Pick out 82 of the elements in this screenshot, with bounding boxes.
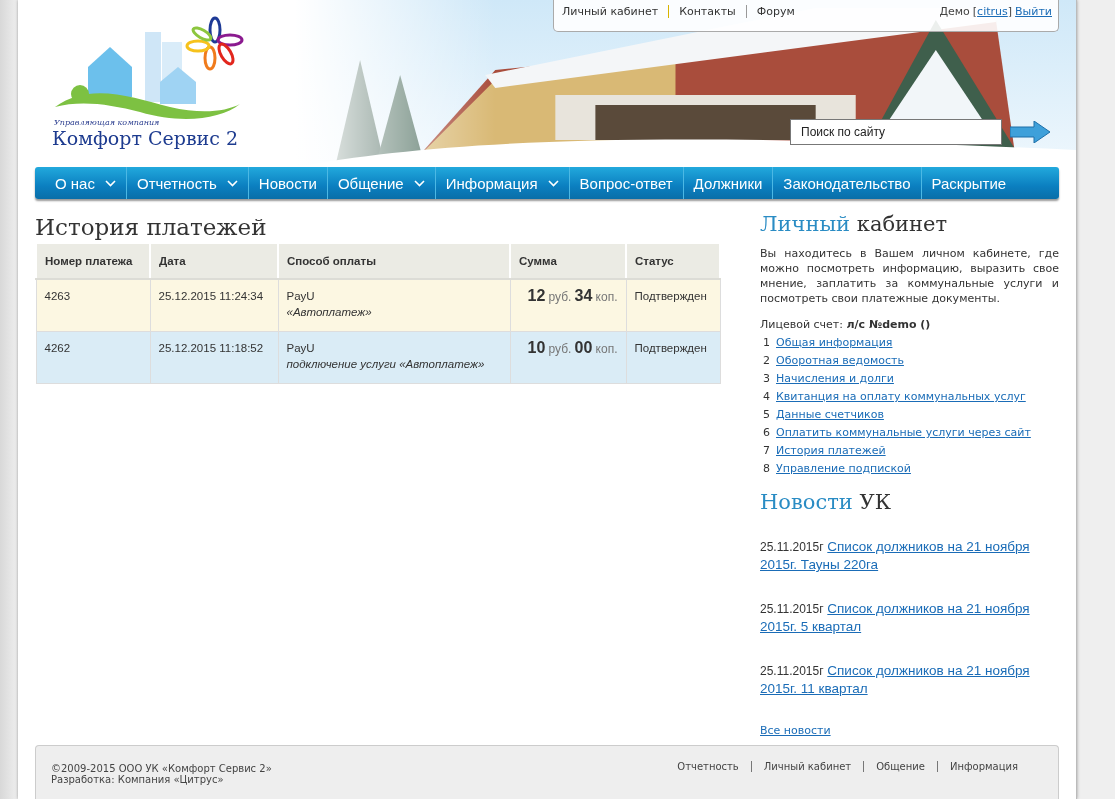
news-item[interactable]: 25.11.2015г Список должников на 21 ноября 2015г. Тауны 220га <box>760 538 1059 574</box>
list-number: 2 <box>763 353 769 367</box>
rubles: 10 <box>527 339 546 357</box>
footer-link[interactable]: Личный кабинет <box>750 761 864 773</box>
footer-link[interactable]: Общение <box>863 761 937 773</box>
payment-note: подключение услуги «Автоплатеж» <box>286 357 486 373</box>
payment-note: «Автоплатеж» <box>286 305 373 321</box>
nav-item[interactable]: Информация <box>435 167 570 200</box>
unit: руб. <box>548 290 572 305</box>
nav-item[interactable]: Новости <box>248 167 328 200</box>
copyright-text: ©2009-2015 ООО УК «Комфорт Сервис 2» <box>51 763 272 775</box>
section-title: Личный <box>760 212 851 237</box>
footer-link[interactable]: Отчетность <box>665 761 751 773</box>
table-cell: 4262 <box>36 331 150 384</box>
section-title: УК <box>859 490 891 515</box>
cabinet-link[interactable]: Оборотная ведомость <box>776 353 904 367</box>
chevron-icon <box>413 179 425 187</box>
unit: руб. <box>548 342 572 357</box>
chevron-icon <box>226 179 238 187</box>
arrow-icon <box>1010 121 1050 143</box>
chevron-icon <box>547 179 559 187</box>
news-item[interactable]: 25.11.2015г Список должников на 21 ноября 2015г. 11 квартал <box>760 662 1059 698</box>
kopecks: 34 <box>574 287 593 305</box>
nav-item[interactable]: Общение <box>327 167 436 200</box>
list-number: 4 <box>763 389 769 403</box>
top-link[interactable]: Контакты <box>679 5 747 18</box>
intro-text: Вы находитесь в Вашем личном кабинете, где можно посмотреть информацию, выразить свое мнение, заплатить за коммунальные услуги и посмотреть свои платежные документы. <box>760 246 1059 307</box>
table-cell: 25.12.2015 11:18:52 <box>150 331 278 384</box>
account-text: Лицевой счет: л/с №demo () <box>760 318 932 332</box>
search-button[interactable] <box>1010 121 1050 143</box>
list-number: 3 <box>763 371 769 385</box>
payment-method: PayU <box>286 289 316 305</box>
user-name: Демо <box>939 5 970 18</box>
developer-text: Разработка: Компания «Цитрус» <box>51 774 225 786</box>
nav-item[interactable]: Раскрытие <box>921 167 1007 200</box>
cabinet-link[interactable]: История платежей <box>776 443 886 457</box>
nav-item[interactable]: Законодательство <box>773 167 922 200</box>
list-number: 7 <box>763 443 769 457</box>
column-header: Сумма <box>510 244 626 280</box>
column-header: Статус <box>626 244 720 280</box>
list-number: 8 <box>763 461 769 475</box>
rubles: 12 <box>527 287 546 305</box>
column-header: Дата <box>150 244 278 280</box>
table-cell: Подтвержден <box>626 279 720 332</box>
page-title: История платежей <box>35 214 268 241</box>
nav-item[interactable]: Должники <box>683 167 774 200</box>
nav-item[interactable]: Отчетность <box>126 167 249 200</box>
cabinet-link[interactable]: Общая информация <box>776 335 893 349</box>
unit: коп. <box>595 290 618 305</box>
cabinet-link[interactable]: Данные счетчиков <box>776 407 884 421</box>
login-link[interactable]: citrus <box>977 5 1008 18</box>
logout-link[interactable]: Выйти <box>1015 5 1052 18</box>
list-number: 1 <box>763 335 769 349</box>
column-header: Номер платежа <box>36 244 150 280</box>
bracket: ] <box>1007 5 1013 18</box>
column-header: Способ оплаты <box>278 244 510 280</box>
list-number: 5 <box>763 407 769 421</box>
section-title: кабинет <box>856 212 948 237</box>
all-news-link[interactable]: Все новости <box>760 724 831 738</box>
table-cell: 4263 <box>36 279 150 332</box>
cabinet-link[interactable]: Квитанция на оплату коммунальных услуг <box>776 389 1026 403</box>
unit: коп. <box>595 342 618 357</box>
chevron-icon <box>104 179 116 187</box>
payment-method: PayU <box>286 341 316 357</box>
bracket: [ <box>972 5 978 18</box>
footer-link[interactable]: Информация <box>936 761 1030 773</box>
news-item[interactable]: 25.11.2015г Список должников на 21 ноября 2015г. 5 квартал <box>760 600 1059 636</box>
cabinet-link[interactable]: Начисления и долги <box>776 371 894 385</box>
logo-tagline: Управляющая компания <box>54 118 161 127</box>
search-field[interactable]: Поиск по сайту <box>790 119 1002 145</box>
top-link[interactable]: Личный кабинет <box>562 5 670 18</box>
nav-item[interactable]: О нас <box>35 167 127 200</box>
section-title: Новости <box>760 490 853 515</box>
table-cell: 25.12.2015 11:24:34 <box>150 279 278 332</box>
cabinet-link[interactable]: Управление подпиской <box>776 461 911 475</box>
cabinet-link[interactable]: Оплатить коммунальные услуги через сайт <box>776 425 1031 439</box>
nav-item[interactable]: Вопрос-ответ <box>569 167 684 200</box>
table-cell: Подтвержден <box>626 331 720 384</box>
kopecks: 00 <box>574 339 593 357</box>
list-number: 6 <box>763 425 769 439</box>
logo-title: Комфорт Сервис 2 <box>52 127 240 149</box>
top-link[interactable]: Форум <box>756 5 805 18</box>
